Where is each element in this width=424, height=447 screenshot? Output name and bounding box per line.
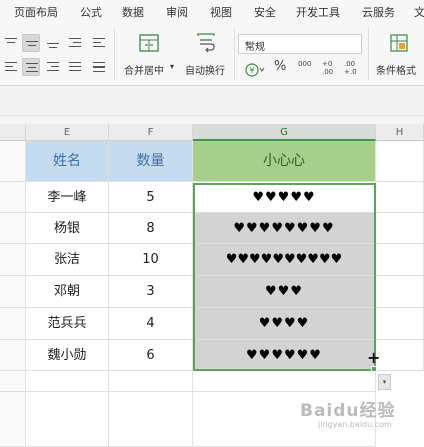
tab-formulas[interactable]: 公式 <box>80 4 102 20</box>
empty-cell[interactable] <box>376 182 424 213</box>
empty-cell[interactable] <box>109 371 193 392</box>
column-header-h[interactable]: H <box>376 124 424 141</box>
number-format-select[interactable]: 常规 ▾ <box>238 34 362 54</box>
table-cell-name[interactable]: 杨银 <box>26 213 109 244</box>
table-cell-name[interactable]: 李一峰 <box>26 182 109 213</box>
indent-increase-icon[interactable] <box>90 34 108 52</box>
table-cell-name[interactable]: 魏小勋 <box>26 340 109 371</box>
menu-bar: 页面布局 公式 数据 审阅 视图 安全 开发工具 云服务 文 <box>0 0 424 24</box>
increase-decimal-button[interactable]: +0 .00 <box>322 60 338 76</box>
table-cell-hearts[interactable]: ♥♥♥ <box>193 276 376 308</box>
table-cell-count[interactable]: 4 <box>109 308 193 340</box>
table-cell-count[interactable]: 5 <box>109 182 193 213</box>
header-hearts-cell[interactable]: 小心心 <box>193 141 376 182</box>
align-center-icon[interactable] <box>22 58 40 76</box>
empty-cell[interactable] <box>376 308 424 340</box>
formula-bar[interactable] <box>0 86 424 116</box>
percent-style-button[interactable]: % <box>274 59 286 74</box>
autofill-options-button[interactable]: ▾ <box>378 374 391 390</box>
header-count-cell[interactable]: 数量 <box>109 141 193 182</box>
empty-cell[interactable] <box>109 392 193 447</box>
merge-center-button[interactable]: 合并居中 <box>124 62 164 77</box>
conditional-format-icon[interactable] <box>388 32 410 54</box>
row-header[interactable] <box>0 371 26 392</box>
tab-developer[interactable]: 开发工具 <box>296 4 340 20</box>
wrap-text-button[interactable]: 自动换行 <box>185 62 225 77</box>
row-header[interactable] <box>0 276 26 308</box>
table-cell-hearts[interactable]: ♥♥♥♥♥♥♥♥♥♥ <box>193 244 376 276</box>
align-bottom-icon[interactable] <box>44 34 62 52</box>
row-header[interactable] <box>0 141 26 182</box>
indent-decrease-icon[interactable] <box>66 34 84 52</box>
row-header[interactable] <box>0 308 26 340</box>
ribbon-toolbar: 合并居中 ▾ 自动换行 常规 ▾ ¥ % 000 +0 .00 .00 +.0 … <box>0 24 424 86</box>
table-cell-count[interactable]: 6 <box>109 340 193 371</box>
table-cell-name[interactable]: 范兵兵 <box>26 308 109 340</box>
distributed-align-icon[interactable] <box>90 58 108 76</box>
table-cell-name[interactable]: 张洁 <box>26 244 109 276</box>
table-cell-count[interactable]: 8 <box>109 213 193 244</box>
row-header[interactable] <box>0 340 26 371</box>
empty-cell[interactable] <box>376 141 424 182</box>
row-header[interactable] <box>0 392 26 447</box>
ribbon-separator <box>368 28 369 80</box>
currency-format-icon[interactable]: ¥ <box>244 62 266 78</box>
empty-cell[interactable] <box>376 276 424 308</box>
baidu-watermark: Baidu经验 <box>300 401 396 421</box>
column-header-e[interactable]: E <box>26 124 109 141</box>
row-header[interactable] <box>0 182 26 213</box>
align-right-icon[interactable] <box>44 58 62 76</box>
row-header[interactable] <box>0 244 26 276</box>
column-header-g[interactable]: G <box>193 124 376 141</box>
tab-more[interactable]: 文 <box>414 4 424 20</box>
empty-cell[interactable] <box>193 371 376 392</box>
tab-review[interactable]: 审阅 <box>166 4 188 20</box>
table-cell-hearts[interactable]: ♥♥♥♥ <box>193 308 376 340</box>
align-top-icon[interactable] <box>2 34 20 52</box>
chevron-down-icon: ▾ <box>245 39 250 48</box>
currency-symbol: ¥ <box>249 66 254 75</box>
empty-cell[interactable] <box>26 392 109 447</box>
decrease-decimal-button[interactable]: .00 +.0 <box>344 60 360 76</box>
table-cell-hearts[interactable]: ♥♥♥♥♥ <box>193 182 376 213</box>
column-header-f[interactable]: F <box>109 124 193 141</box>
select-all-corner[interactable] <box>0 124 26 141</box>
row-header[interactable] <box>0 213 26 244</box>
baidu-watermark-url: jingyan.baidu.com <box>318 420 392 429</box>
tab-security[interactable]: 安全 <box>254 4 276 20</box>
table-cell-count[interactable]: 10 <box>109 244 193 276</box>
empty-cell[interactable] <box>26 371 109 392</box>
justify-icon[interactable] <box>66 58 84 76</box>
tab-data[interactable]: 数据 <box>122 4 144 20</box>
merge-dropdown-caret[interactable]: ▾ <box>170 62 174 71</box>
ribbon-separator <box>234 28 235 80</box>
tab-view[interactable]: 视图 <box>210 4 232 20</box>
table-cell-count[interactable]: 3 <box>109 276 193 308</box>
thousands-separator-button[interactable]: 000 <box>298 60 311 68</box>
empty-cell[interactable] <box>376 244 424 276</box>
table-cell-hearts[interactable]: ♥♥♥♥♥♥♥♥ <box>193 213 376 244</box>
header-name-cell[interactable]: 姓名 <box>26 141 109 182</box>
wrap-text-icon[interactable] <box>195 32 217 54</box>
align-middle-icon[interactable] <box>22 34 40 52</box>
conditional-format-button[interactable]: 条件格式 <box>376 62 416 77</box>
table-cell-name[interactable]: 邓朝 <box>26 276 109 308</box>
align-left-icon[interactable] <box>2 58 20 76</box>
table-cell-hearts[interactable]: ♥♥♥♥♥♥ <box>193 340 376 371</box>
ribbon-separator <box>114 28 115 80</box>
merge-center-icon[interactable] <box>138 32 160 54</box>
tab-page-layout[interactable]: 页面布局 <box>14 4 58 20</box>
crosshair-cursor-icon: + <box>367 348 381 367</box>
empty-cell[interactable] <box>376 340 424 371</box>
tab-cloud[interactable]: 云服务 <box>362 4 395 20</box>
empty-cell[interactable] <box>376 213 424 244</box>
